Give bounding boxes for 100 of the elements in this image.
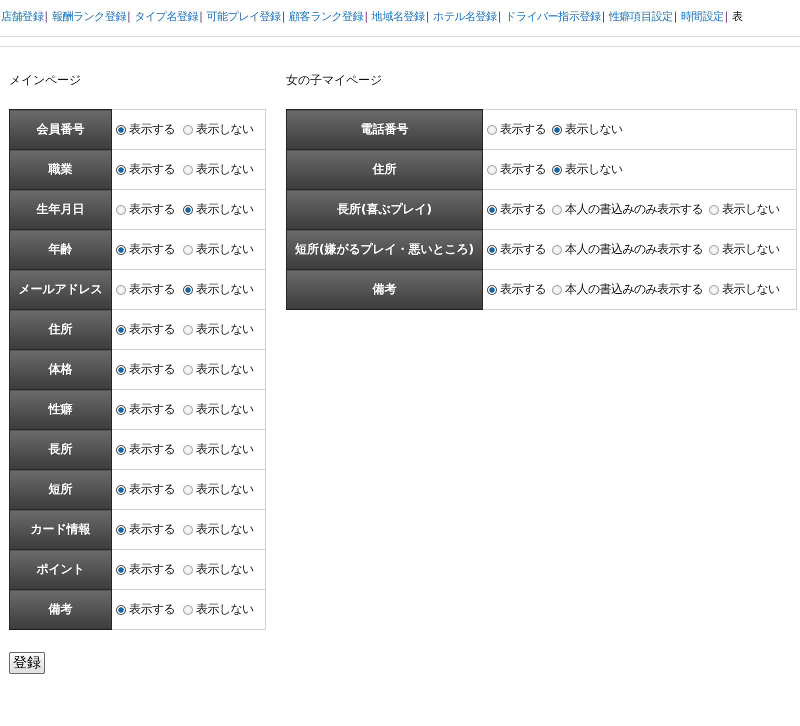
radio-button[interactable] (116, 284, 126, 294)
radio-button[interactable] (183, 284, 193, 294)
radio-label[interactable]: 表示しない (196, 121, 254, 138)
radio-label[interactable]: 本人の書込みのみ表示する (565, 241, 703, 258)
radio-button[interactable] (552, 204, 562, 214)
radio-button[interactable] (183, 324, 193, 334)
radio-label[interactable]: 表示する (129, 481, 175, 498)
radio-label[interactable]: 表示する (129, 321, 175, 338)
radio-label[interactable]: 表示しない (565, 121, 622, 138)
radio-button[interactable] (116, 444, 126, 454)
radio-label[interactable]: 本人の書込みのみ表示する (565, 281, 703, 298)
radio-label[interactable]: 本人の書込みのみ表示する (565, 201, 703, 218)
radio-button[interactable] (183, 364, 193, 374)
radio-label[interactable]: 表示しない (196, 521, 254, 538)
radio-label[interactable]: 表示する (129, 241, 175, 258)
radio-label[interactable]: 表示する (500, 121, 546, 138)
nav-link[interactable]: 性癖項目設定 (609, 10, 673, 23)
row-header: 備考 (286, 270, 482, 310)
row-header: 職業 (10, 150, 112, 190)
nav-link[interactable]: タイプ名登録 (134, 10, 198, 23)
nav-separator: | (364, 10, 369, 23)
radio-button[interactable] (116, 484, 126, 494)
radio-label[interactable]: 表示しない (722, 201, 780, 218)
radio-label[interactable]: 表示しない (196, 401, 254, 418)
nav-link[interactable]: 店舗登録 (1, 10, 44, 23)
radio-button[interactable] (709, 284, 719, 294)
radio-button[interactable] (709, 204, 719, 214)
radio-label[interactable]: 表示しない (722, 281, 780, 298)
radio-label[interactable]: 表示する (500, 201, 546, 218)
radio-button[interactable] (552, 164, 562, 174)
radio-button[interactable] (487, 124, 497, 134)
radio-label[interactable]: 表示しない (196, 281, 254, 298)
radio-label[interactable]: 表示する (500, 241, 546, 258)
radio-label[interactable]: 表示しない (196, 441, 254, 458)
row-header: カード情報 (10, 510, 112, 550)
radio-label[interactable]: 表示する (500, 161, 546, 178)
radio-label[interactable]: 表示しない (196, 241, 254, 258)
radio-button[interactable] (183, 444, 193, 454)
radio-button[interactable] (183, 604, 193, 614)
radio-button[interactable] (183, 204, 193, 214)
radio-button[interactable] (487, 244, 497, 254)
radio-label[interactable]: 表示しない (722, 241, 780, 258)
radio-button[interactable] (116, 244, 126, 254)
radio-button[interactable] (183, 564, 193, 574)
nav-link[interactable]: 顧客ランク登録 (289, 10, 364, 23)
nav-separator: | (497, 10, 502, 23)
radio-button[interactable] (116, 564, 126, 574)
radio-label[interactable]: 表示しない (196, 561, 254, 578)
radio-button[interactable] (183, 164, 193, 174)
row-header: 電話番号 (286, 110, 482, 150)
radio-label[interactable]: 表示する (129, 281, 175, 298)
radio-button[interactable] (487, 204, 497, 214)
nav-link[interactable]: 地域名登録 (372, 10, 425, 23)
radio-label[interactable]: 表示しない (196, 161, 254, 178)
radio-button[interactable] (116, 404, 126, 414)
radio-label[interactable]: 表示しない (196, 601, 254, 618)
radio-button[interactable] (116, 204, 126, 214)
row-header: 長所(喜ぶプレイ) (286, 190, 482, 230)
radio-label[interactable]: 表示する (129, 561, 175, 578)
radio-button[interactable] (709, 244, 719, 254)
radio-button[interactable] (116, 604, 126, 614)
radio-button[interactable] (183, 124, 193, 134)
radio-button[interactable] (183, 404, 193, 414)
radio-button[interactable] (116, 124, 126, 134)
radio-label[interactable]: 表示する (129, 401, 175, 418)
radio-button[interactable] (183, 244, 193, 254)
radio-label[interactable]: 表示する (129, 361, 175, 378)
radio-label[interactable]: 表示しない (565, 161, 622, 178)
radio-button[interactable] (552, 244, 562, 254)
nav-link[interactable]: 報酬ランク登録 (52, 10, 126, 23)
radio-label[interactable]: 表示しない (196, 321, 254, 338)
radio-button[interactable] (487, 284, 497, 294)
radio-button[interactable] (116, 524, 126, 534)
nav-link[interactable]: ホテル名登録 (433, 10, 497, 23)
nav-link[interactable]: 可能プレイ登録 (206, 10, 281, 23)
radio-label[interactable]: 表示しない (196, 361, 254, 378)
nav-separator: | (672, 10, 678, 23)
nav-separator: | (44, 10, 49, 23)
radio-button[interactable] (183, 524, 193, 534)
radio-label[interactable]: 表示しない (196, 201, 254, 218)
radio-button[interactable] (116, 164, 126, 174)
radio-label[interactable]: 表示しない (196, 481, 254, 498)
radio-label[interactable]: 表示する (129, 121, 175, 138)
radio-label[interactable]: 表示する (129, 601, 175, 618)
radio-label[interactable]: 表示する (129, 521, 175, 538)
radio-button[interactable] (552, 284, 562, 294)
radio-label[interactable]: 表示する (129, 161, 175, 178)
nav-link[interactable]: 時間設定 (681, 10, 724, 23)
row-header: 体格 (10, 350, 112, 390)
radio-button[interactable] (487, 164, 497, 174)
row-header: 会員番号 (10, 110, 112, 150)
radio-label[interactable]: 表示する (500, 281, 546, 298)
radio-button[interactable] (183, 484, 193, 494)
radio-label[interactable]: 表示する (129, 441, 175, 458)
nav-link[interactable]: ドライバー指示登録 (505, 10, 601, 23)
register-button[interactable]: 登録 (9, 652, 45, 674)
radio-button[interactable] (552, 124, 562, 134)
radio-button[interactable] (116, 324, 126, 334)
radio-label[interactable]: 表示する (129, 201, 175, 218)
radio-button[interactable] (116, 364, 126, 374)
